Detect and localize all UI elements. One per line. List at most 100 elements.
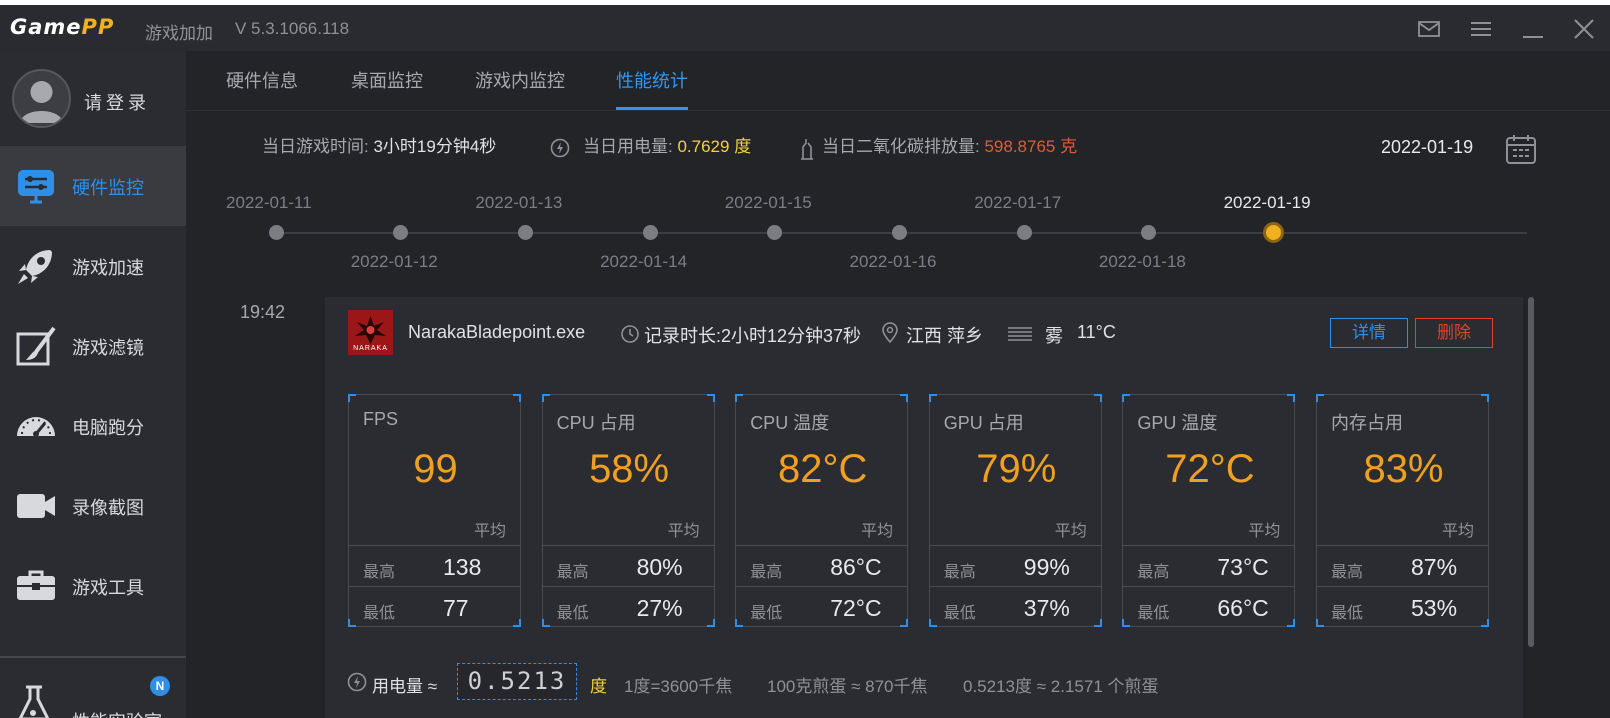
power-unit: 度 (590, 677, 607, 696)
user-login[interactable]: 请登录 (0, 51, 186, 146)
power-conversion-2: 100克煎蛋 ≈ 870千焦 (767, 677, 928, 696)
timeline-date[interactable]: 2022-01-17 (974, 193, 1061, 213)
corner-accent (1093, 394, 1102, 402)
metric-max-value: 86°C (830, 554, 882, 580)
avatar[interactable] (12, 69, 71, 128)
record-time: 19:42 (240, 302, 286, 322)
sidebar-item-game-tools[interactable]: 游戏工具 (0, 546, 186, 626)
metric-max-row: 最高 87% (1317, 545, 1488, 586)
power-label: 用电量 ≈ (372, 677, 438, 696)
corner-accent (928, 394, 937, 402)
tab-desktop-monitor[interactable]: 桌面监控 (351, 67, 423, 93)
sidebar-item-benchmark[interactable]: 电脑跑分 (0, 386, 186, 466)
tab-ingame-monitor[interactable]: 游戏内监控 (475, 67, 565, 93)
detail-button[interactable]: 详情 (1330, 318, 1408, 348)
metric-title: GPU 温度 (1137, 413, 1218, 433)
monitor-settings-icon (14, 164, 58, 208)
metric-min-row: 最低 66°C (1123, 586, 1295, 627)
tab-hardware-info[interactable]: 硬件信息 (226, 67, 298, 93)
timeline-dot[interactable] (1141, 225, 1157, 240)
metric-max-row: 最高 86°C (736, 545, 908, 586)
sidebar-item-label: 游戏加速 (72, 258, 144, 278)
metric-min-label: 最低 (943, 605, 976, 622)
sidebar-item-recording[interactable]: 录像截图 (0, 466, 186, 546)
sidebar-divider (0, 656, 186, 658)
lightning-icon (347, 672, 367, 692)
sidebar-item-performance-lab[interactable]: N 性能实验室 (0, 666, 186, 718)
timeline-dot[interactable] (1016, 225, 1032, 240)
metric-card: FPS 99 平均 最高 138 最低 77 (348, 394, 521, 627)
menu-icon[interactable] (1467, 15, 1495, 43)
timeline-date[interactable]: 2022-01-16 (850, 252, 937, 272)
metric-max-label: 最高 (556, 564, 589, 581)
sidebar-item-hardware-monitor[interactable]: 硬件监控 (0, 146, 186, 226)
close-icon[interactable] (1570, 15, 1598, 43)
daily-power-usage: 当日用电量: 0.7629 度 (583, 137, 752, 156)
metric-min-label: 最低 (363, 605, 396, 622)
timeline-date[interactable]: 2022-01-13 (475, 193, 562, 213)
record-duration: 记录时长:2小时12分钟37秒 (644, 326, 862, 346)
corner-accent (541, 394, 550, 402)
timeline-dot[interactable] (767, 225, 783, 240)
metric-min-row: 最低 27% (542, 586, 714, 627)
record-temperature: 11°C (1077, 322, 1116, 342)
metric-card: CPU 温度 82°C 平均 最高 86°C 最低 72°C (735, 394, 909, 627)
timeline-date[interactable]: 2022-01-15 (725, 193, 812, 213)
corner-accent (900, 394, 909, 402)
corner-accent (348, 394, 356, 402)
timeline-date[interactable]: 2022-01-12 (351, 252, 438, 272)
sidebar: 请登录 硬件监控 游戏加速 游戏滤镜 电脑跑分 录像截图 游戏工具 N (0, 51, 186, 718)
app-version: V 5.3.1066.118 (235, 19, 350, 38)
metric-card: GPU 占用 79% 平均 最高 99% 最低 37% (928, 394, 1102, 627)
metric-average-label: 平均 (473, 523, 506, 540)
timeline-date[interactable]: 2022-01-14 (600, 252, 687, 272)
metric-max-value: 99% (1023, 554, 1070, 580)
corner-accent (735, 394, 744, 402)
metric-max-row: 最高 80% (542, 545, 714, 586)
metric-average-label: 平均 (1248, 523, 1281, 540)
app-name: 游戏加加 (145, 24, 213, 43)
metric-min-row: 最低 37% (929, 586, 1101, 627)
record-location: 江西 萍乡 (906, 326, 984, 346)
active-tab-indicator (616, 107, 688, 110)
metric-card: 内存占用 83% 平均 最高 87% 最低 53% (1316, 394, 1489, 627)
scrollbar[interactable] (1528, 297, 1534, 647)
sidebar-item-game-filter[interactable]: 游戏滤镜 (0, 306, 186, 386)
metric-card: GPU 温度 72°C 平均 最高 73°C 最低 66°C (1122, 394, 1296, 627)
app-window: GamePP 游戏加加 V 5.3.1066.118 请登录 硬件监控 游戏加速… (0, 5, 1610, 718)
clock-icon (620, 324, 640, 344)
timeline-dot[interactable] (268, 225, 284, 240)
metric-max-label: 最高 (1137, 564, 1170, 581)
mail-icon[interactable] (1415, 15, 1443, 43)
timeline-dot[interactable] (393, 225, 409, 240)
metric-average-label: 平均 (1054, 523, 1087, 540)
sidebar-item-label: 性能实验室 (72, 708, 162, 718)
tab-performance-stats[interactable]: 性能统计 (616, 67, 688, 93)
timeline-date[interactable]: 2022-01-18 (1099, 252, 1186, 272)
timeline-dot[interactable] (892, 225, 907, 240)
timeline-dot[interactable] (642, 225, 658, 240)
timeline-dot[interactable] (1263, 222, 1285, 243)
metric-title: CPU 温度 (750, 413, 830, 433)
metric-max-label: 最高 (363, 564, 396, 581)
metric-max-value: 73°C (1217, 554, 1269, 580)
metric-min-value: 72°C (830, 595, 882, 621)
metric-title: FPS (363, 409, 399, 429)
sidebar-item-game-boost[interactable]: 游戏加速 (0, 226, 186, 306)
metric-min-value: 77 (443, 595, 469, 621)
metric-max-value: 138 (443, 554, 482, 580)
calendar-icon[interactable] (1505, 133, 1537, 165)
timeline-date[interactable]: 2022-01-11 (226, 193, 312, 213)
metric-max-label: 最高 (750, 564, 783, 581)
login-label[interactable]: 请登录 (84, 89, 150, 115)
toolbox-icon (14, 564, 58, 608)
corner-accent (1316, 394, 1324, 402)
timeline-date[interactable]: 2022-01-19 (1224, 193, 1311, 213)
minimize-icon[interactable] (1519, 15, 1547, 43)
delete-button[interactable]: 删除 (1415, 318, 1493, 348)
metric-min-label: 最低 (1331, 605, 1364, 622)
paint-brush-icon (14, 324, 58, 368)
metric-min-value: 37% (1023, 595, 1070, 621)
title-bar: GamePP 游戏加加 V 5.3.1066.118 (0, 5, 1610, 51)
timeline-dot[interactable] (517, 225, 533, 240)
